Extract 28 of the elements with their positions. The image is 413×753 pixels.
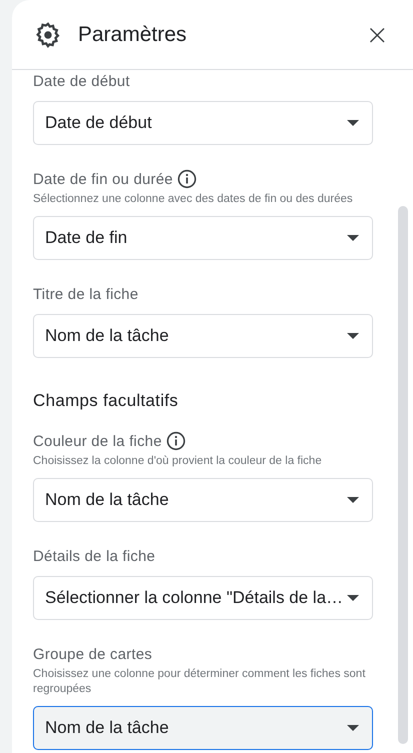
field-label: Titre de la fiche [33, 286, 138, 302]
scrollbar[interactable] [398, 206, 408, 744]
field-hint: Choisissez la colonne d'où provient la couleur de la fiche [33, 454, 323, 469]
info-icon[interactable] [176, 169, 197, 189]
field-label: Date de fin ou durée [33, 170, 173, 188]
field-label: Couleur de la fiche [33, 432, 162, 450]
caret-icon [347, 497, 359, 503]
field-hint: Sélectionnez une colonne avec des dates de fin ou des durées [33, 192, 354, 207]
caret-icon [347, 235, 359, 241]
dropdown[interactable]: Sélectionner la colonne "Détails de la… [33, 576, 373, 620]
dropdown[interactable]: Date de début [33, 101, 373, 145]
caret-icon [347, 120, 359, 126]
settings-icon [34, 20, 62, 48]
panel-title: Paramètres [78, 22, 188, 46]
close-button[interactable]: × [362, 20, 393, 48]
dropdown[interactable]: Nom de la tâche [33, 314, 373, 358]
dropdown[interactable]: Nom de la tâche [33, 478, 373, 522]
caret-icon [347, 333, 359, 339]
section-heading: Champs facultatifs [33, 391, 180, 411]
field-label: Groupe de cartes [33, 646, 152, 662]
dropdown[interactable]: Nom de la tâche [33, 706, 373, 750]
field-label: Date de début [33, 72, 130, 90]
field-hint: Choisissez une colonne pour déterminer comment les fiches sont regroupées [33, 667, 366, 697]
info-icon[interactable] [166, 431, 186, 451]
dropdown[interactable]: Date de fin [33, 216, 373, 260]
caret-icon [347, 595, 359, 601]
field-label: Détails de la fiche [33, 548, 156, 564]
caret-icon [347, 725, 359, 731]
